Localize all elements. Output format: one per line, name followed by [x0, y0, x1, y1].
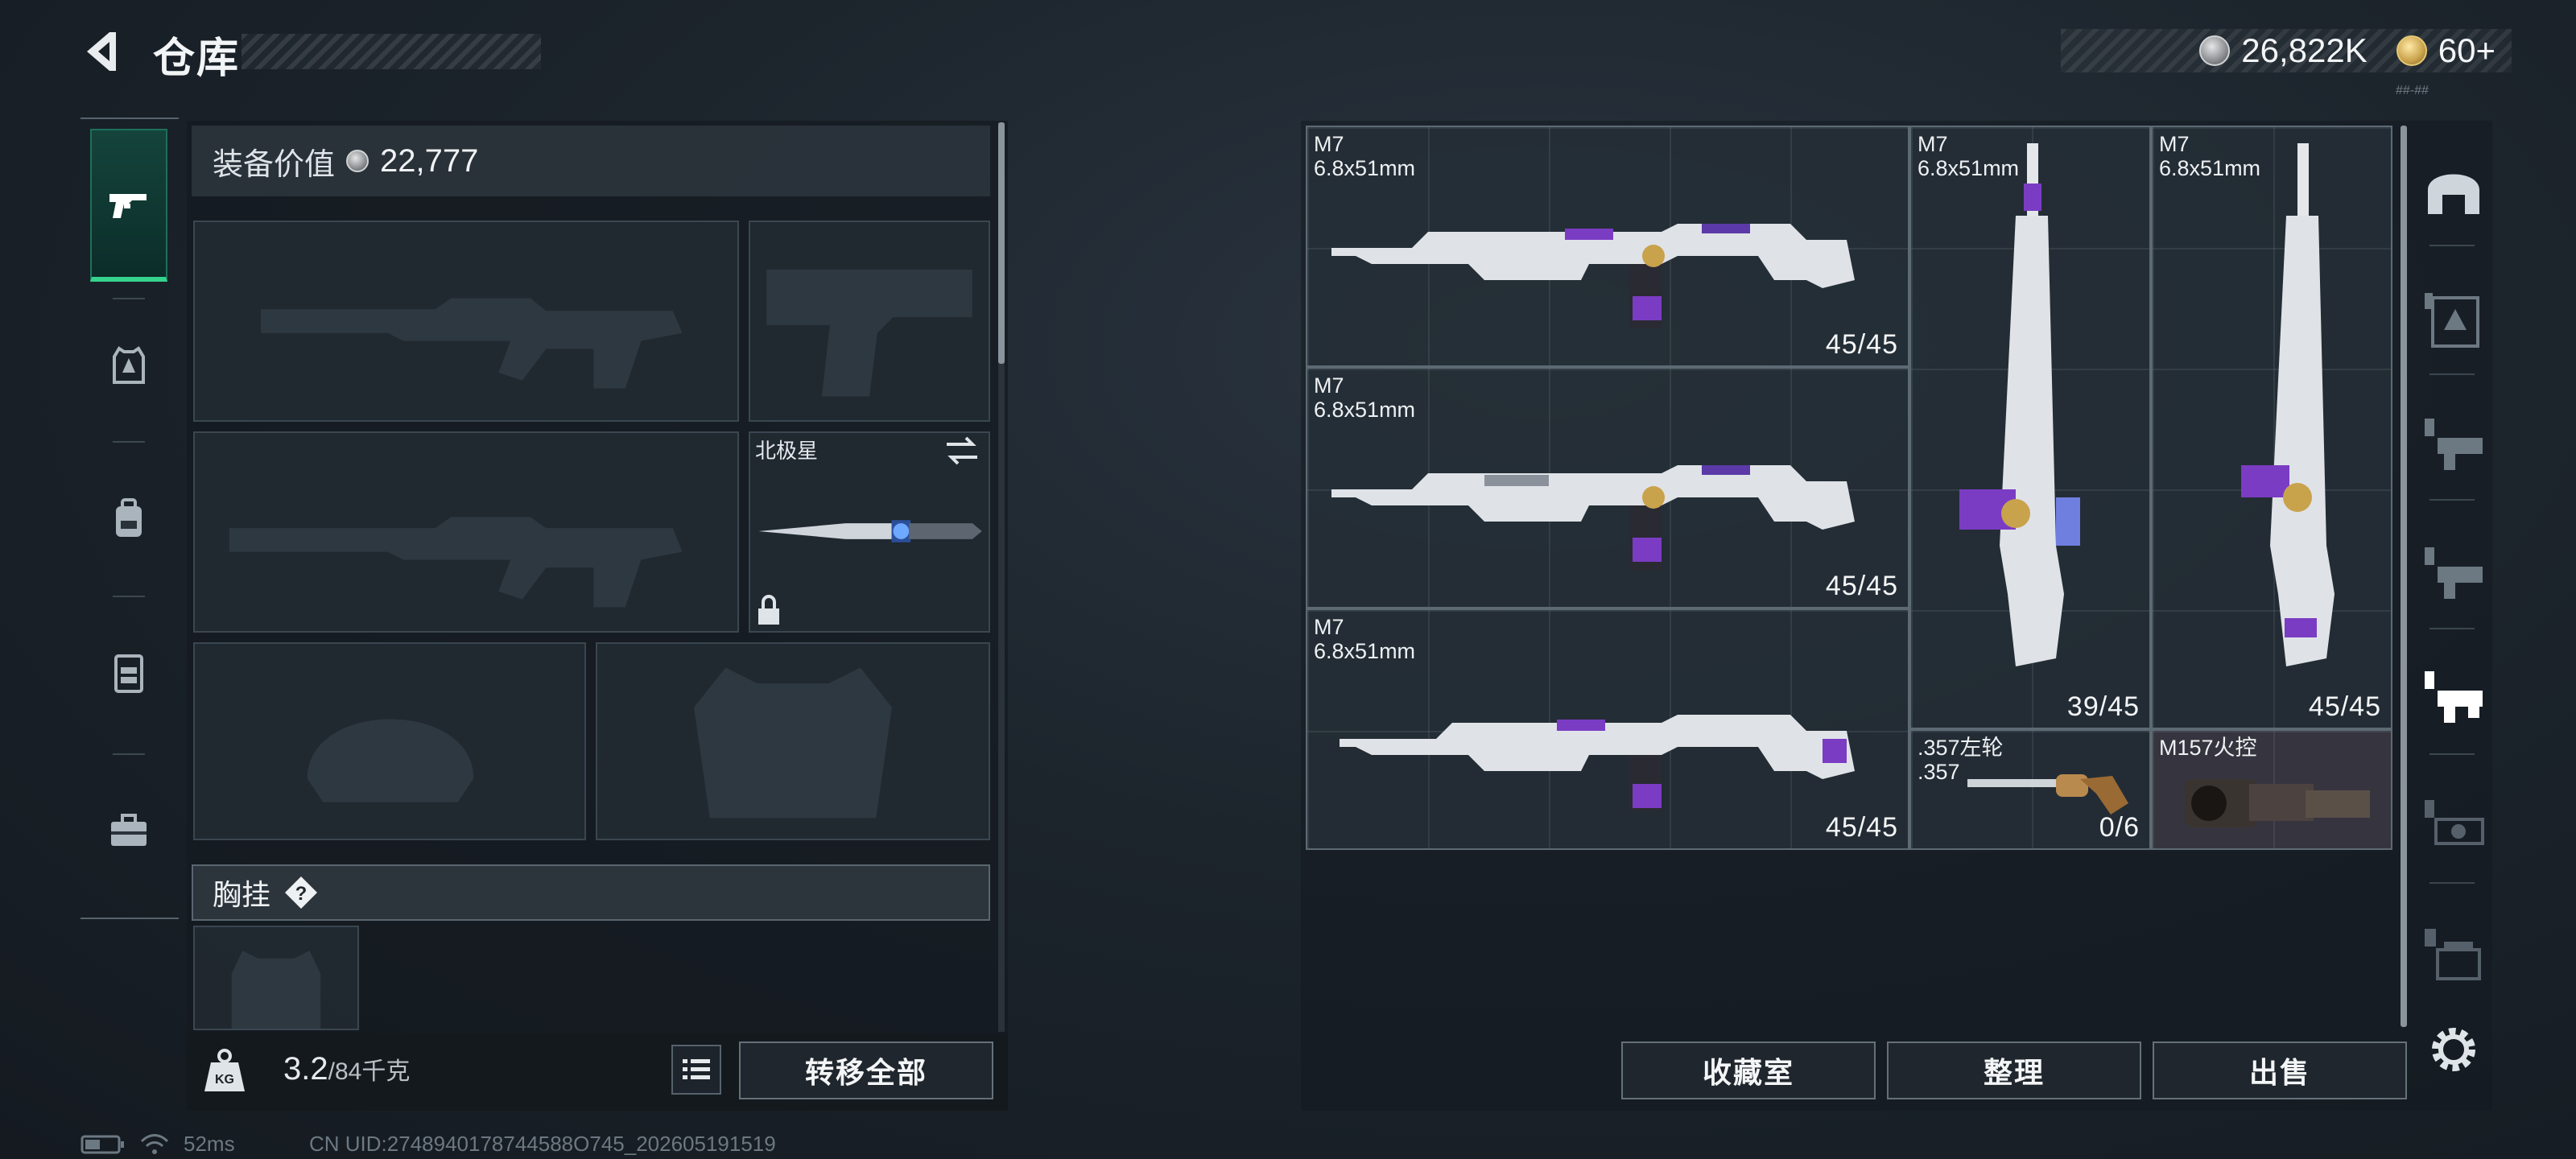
rnav-item-rig-level-3b[interactable] — [2420, 541, 2487, 608]
ammo-count: 45/45 — [1825, 329, 1898, 360]
body-armor-slot[interactable] — [596, 642, 990, 840]
page-title: 仓库 — [153, 35, 241, 82]
nav-item-toolbox[interactable] — [90, 753, 167, 906]
equipment-value-label: 装备价值 — [213, 147, 336, 182]
pistol-icon — [109, 194, 147, 218]
vest-silhouette-icon — [694, 667, 892, 819]
settings-gear-icon[interactable] — [2426, 1022, 2481, 1077]
stash-category-nav — [2407, 118, 2496, 1019]
lock-icon — [758, 595, 779, 625]
helmet-slot[interactable] — [193, 642, 586, 840]
rnav-item-rig-level-3-active[interactable] — [2420, 665, 2487, 732]
status-bar: 52ms — [80, 1132, 235, 1157]
user-uid: CN UID:2748940178744588O745_202605191519 — [309, 1132, 776, 1156]
organize-button[interactable]: 整理 — [1887, 1041, 2141, 1099]
rig-silhouette-icon — [231, 951, 321, 1029]
item-name-label: M157火控 — [2159, 736, 2257, 760]
rifle-icon — [1331, 465, 1855, 570]
stash-item-m157-fire-control[interactable]: M157火控 — [2151, 729, 2392, 850]
rnav-item-rig-level-3[interactable] — [2420, 412, 2487, 480]
sidearm-slot[interactable] — [749, 221, 990, 422]
chest-rig-header: 胸挂 ? — [192, 864, 990, 921]
rifle-silhouette-icon — [229, 517, 683, 608]
ping-value: 52ms — [184, 1132, 235, 1156]
armor-icon — [113, 346, 145, 384]
rig-level-3b-icon — [2425, 547, 2483, 599]
ammo-count: 0/6 — [2099, 812, 2140, 843]
stash-scrollbar[interactable] — [2401, 126, 2407, 1027]
transfer-all-button[interactable]: 转移全部 — [739, 1041, 993, 1099]
stash-item-m7-vertical-1[interactable]: M7 6.8x51mm 39/45 — [1909, 126, 2151, 729]
equipment-scrollbar[interactable] — [998, 122, 1005, 364]
collection-room-button[interactable]: 收藏室 — [1621, 1041, 1876, 1099]
nav-item-armor[interactable] — [90, 288, 167, 441]
back-arrow-icon[interactable] — [77, 27, 126, 76]
sell-button[interactable]: 出售 — [2153, 1041, 2407, 1099]
list-view-button[interactable] — [671, 1045, 721, 1095]
helmet-icon — [2428, 174, 2479, 214]
rig-level-4-icon — [2425, 929, 2481, 980]
rig-level-3-active-icon — [2425, 671, 2483, 723]
equipment-value: 22,777 — [380, 142, 479, 179]
rnav-item-armor-level-2[interactable] — [2420, 287, 2487, 354]
chest-rig-slot[interactable] — [193, 926, 359, 1030]
toolbox-icon — [111, 814, 147, 846]
silver-coin-icon — [2199, 35, 2231, 66]
silver-coin-icon — [346, 150, 369, 172]
swap-icon[interactable] — [943, 435, 980, 467]
rig-level-5-icon — [2425, 800, 2484, 845]
equipment-category-nav — [80, 118, 179, 919]
rifle-vertical-icon — [2241, 143, 2334, 666]
currency-bar: 26,822K 60+ — [2061, 29, 2512, 72]
rifle-icon — [1331, 224, 1855, 328]
stash-item-357-revolver[interactable]: .357左轮 .357 0/6 — [1909, 729, 2151, 850]
pistol-silhouette-icon — [766, 270, 972, 397]
stash-item-m7-vertical-2[interactable]: M7 6.8x51mm 45/45 — [2151, 126, 2392, 729]
scope-device-icon — [2185, 779, 2370, 827]
armor-level-2-icon — [2425, 293, 2479, 348]
stash-item-m7-2[interactable]: M7 6.8x51mm 45/45 — [1306, 367, 1909, 608]
ammo-count: 45/45 — [1825, 571, 1898, 601]
rnav-item-helmet[interactable] — [2420, 158, 2487, 225]
melee-weapon-name: 北极星 — [755, 439, 819, 463]
rifle-silhouette-icon — [261, 298, 683, 389]
chest-rig-label: 胸挂 — [213, 878, 271, 911]
rifle-vertical-icon — [1959, 143, 2080, 666]
helmet-silhouette-icon — [307, 719, 474, 802]
ammo-count: 39/45 — [2066, 691, 2140, 722]
nav-item-backpack[interactable] — [90, 441, 167, 594]
svg-text:?: ? — [295, 883, 308, 905]
equipment-value-row: 装备价值 22,777 — [192, 126, 990, 196]
rnav-item-rig-level-4[interactable] — [2420, 922, 2487, 990]
gold-currency-value: 60+ — [2438, 31, 2496, 69]
weight-max: /84千克 — [328, 1058, 411, 1085]
svg-text:KG: KG — [215, 1073, 234, 1087]
header-tiny-text: ##-## — [2396, 84, 2429, 97]
backpack-icon — [116, 498, 142, 537]
gold-coin-icon — [2396, 35, 2427, 66]
rifle-icon — [1340, 715, 1855, 811]
silver-currency-value: 26,822K — [2241, 31, 2368, 69]
chest-rig-icon — [114, 654, 143, 693]
nav-item-weapons[interactable] — [90, 129, 167, 282]
wifi-icon — [140, 1133, 169, 1154]
ammo-count: 45/45 — [2308, 691, 2381, 722]
ammo-count: 45/45 — [1825, 812, 1898, 843]
weight-icon: KG — [204, 1049, 245, 1091]
stash-item-m7-3[interactable]: M7 6.8x51mm 45/45 — [1306, 608, 1909, 850]
title-stripe — [242, 34, 541, 69]
help-icon[interactable]: ? — [283, 875, 319, 910]
weight-current: 3.2 — [283, 1051, 328, 1087]
primary-weapon-slot-1[interactable] — [193, 221, 739, 422]
stash-item-m7-1[interactable]: M7 6.8x51mm 45/45 — [1306, 126, 1909, 367]
rig-level-3-icon — [2425, 419, 2483, 470]
weight-readout: 3.2/84千克 — [283, 1051, 410, 1087]
list-icon — [683, 1059, 710, 1079]
rnav-item-rig-level-5[interactable] — [2420, 794, 2487, 861]
nav-item-chest-rig[interactable] — [90, 596, 167, 749]
primary-weapon-slot-2[interactable] — [193, 431, 739, 633]
battery-icon — [80, 1135, 124, 1153]
